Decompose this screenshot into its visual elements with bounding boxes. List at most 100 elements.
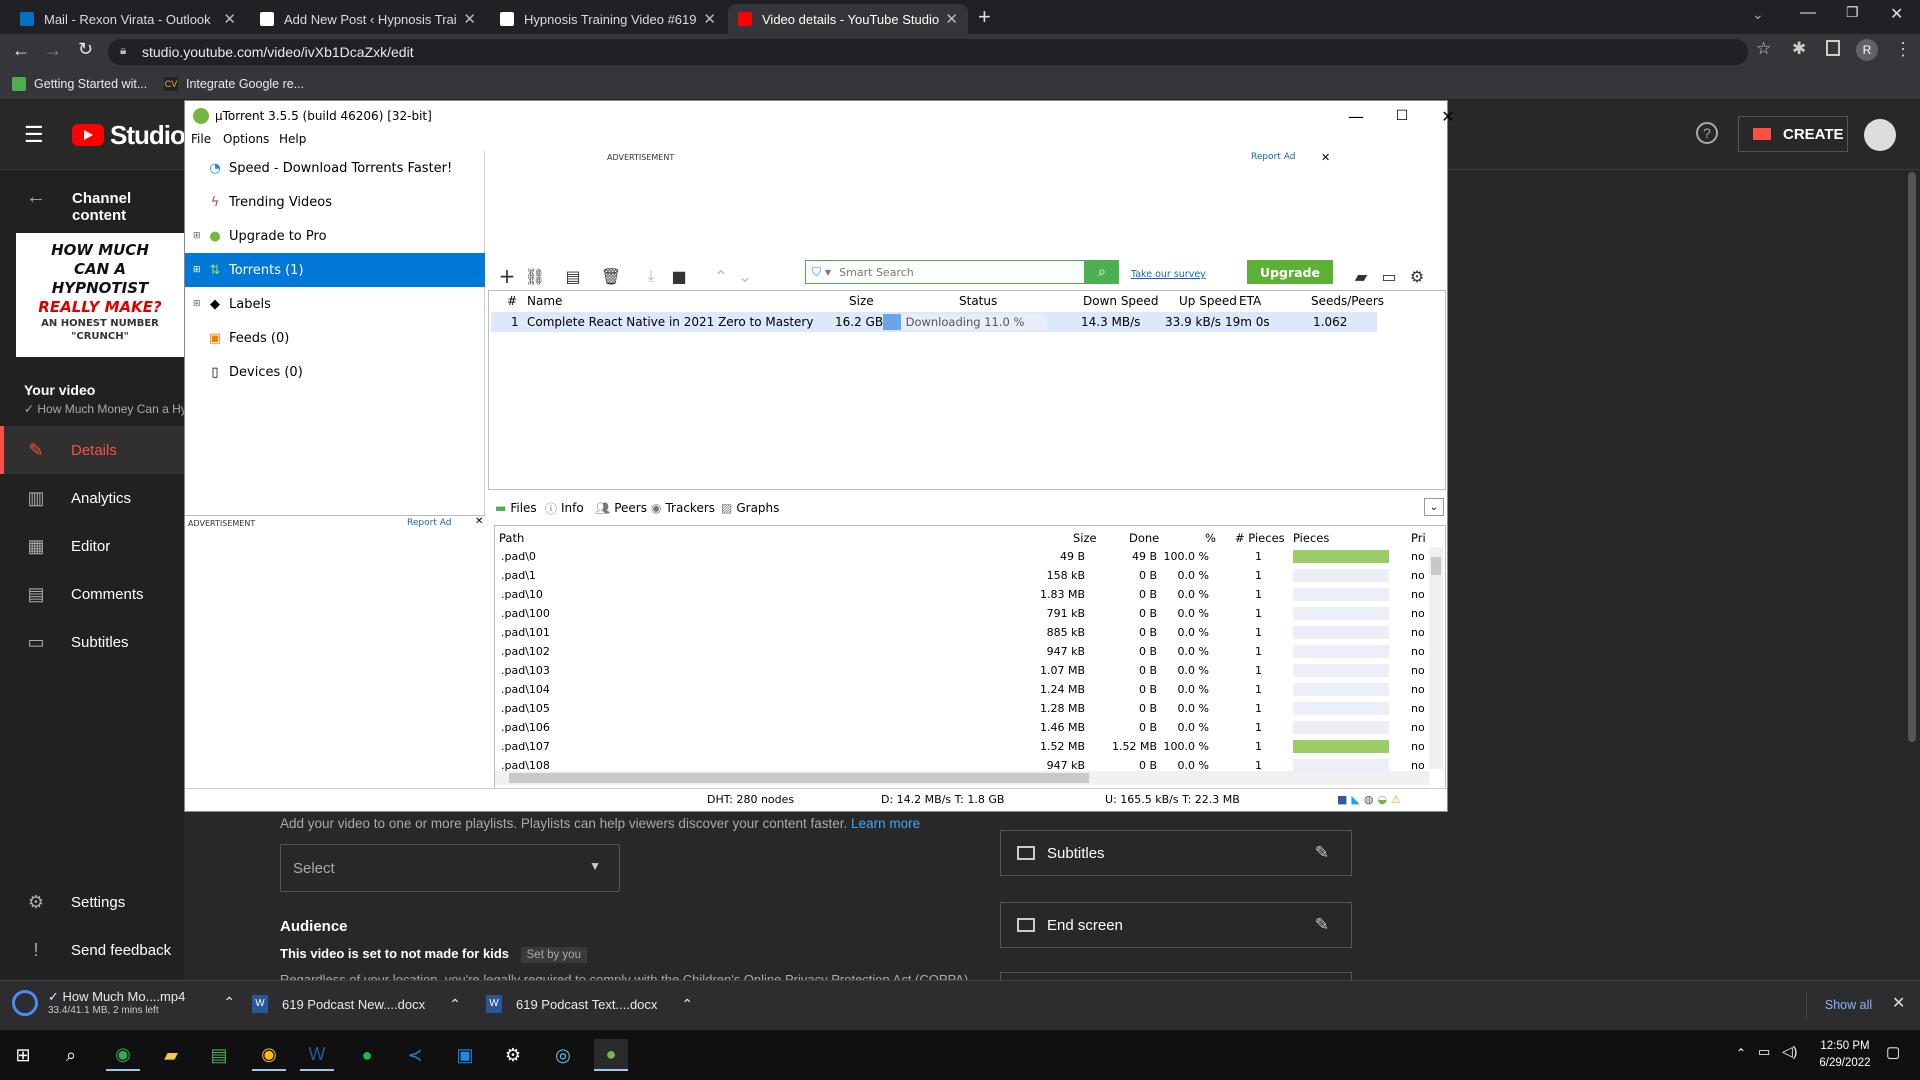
spotify-icon[interactable]: ● [350,1039,384,1071]
sidebar-item-comments[interactable]: ▤ Comments [0,570,184,618]
report-ad-link[interactable]: Report Ad [407,518,451,528]
tree-item-speed[interactable]: ◔ Speed - Download Torrents Faster! [185,151,485,185]
files-vscrollbar[interactable] [1429,547,1443,769]
word-icon[interactable]: W [300,1039,334,1071]
chevron-down-icon[interactable]: ▼ [825,268,831,277]
close-downloads-icon[interactable]: ✕ [1892,993,1905,1013]
collapse-panel-icon[interactable]: ⌄ [1424,498,1444,516]
col-header-pieces[interactable]: Pieces [1293,529,1329,547]
tree-item-upgrade[interactable]: ⊞ ● Upgrade to Pro [185,219,485,253]
chevron-up-icon[interactable]: ⌃ [681,996,693,1013]
file-row[interactable]: .pad\10 1.83 MB 0 B 0.0 % 1 no [441,585,1425,604]
show-all-button[interactable]: Show all [1806,992,1890,1018]
download-item[interactable]: ✓ How Much Mo....mp4 33.4/41.1 MB, 2 min… [12,989,235,1016]
restore-button[interactable]: ❐ [1846,4,1859,21]
sidepanel-icon[interactable] [1826,40,1840,56]
learn-more-link[interactable]: Learn more [851,816,920,831]
file-row[interactable]: .pad\106 1.46 MB 0 B 0.0 % 1 no [441,718,1425,737]
minimize-button[interactable]: — [1800,4,1816,22]
chevron-up-icon[interactable]: ⌃ [223,994,235,1011]
settings-icon[interactable]: ⚙ [496,1039,530,1071]
profile-avatar[interactable]: R [1856,39,1878,61]
sidebar-item-subtitles[interactable]: ▭ Subtitles [0,618,184,666]
menu-icon[interactable]: ⋮ [1894,39,1912,60]
utorrent-taskbar-icon[interactable]: ● [594,1039,628,1071]
scroll-thumb[interactable] [1431,557,1441,575]
close-window-button[interactable]: ✕ [1425,101,1471,131]
globe-icon[interactable]: ◍ [1364,793,1374,806]
tab-trackers[interactable]: ◉ Trackers [651,497,715,519]
file-row[interactable]: .pad\105 1.28 MB 0 B 0.0 % 1 no [441,699,1425,718]
help-icon[interactable]: ? [1696,122,1718,144]
create-torrent-icon[interactable]: ▤ [561,264,585,288]
android-icon[interactable]: ◒ [1377,793,1387,806]
col-header-pct[interactable]: % [1205,529,1216,547]
menu-help[interactable]: Help [279,132,306,146]
maximize-button[interactable]: ☐ [1379,101,1425,131]
col-header-down-speed[interactable]: Down Speed [1083,291,1158,311]
file-row[interactable]: .pad\107 1.52 MB 1.52 MB 100.0 % 1 no [441,737,1425,756]
video-title[interactable]: ✓ How Much Money Can a Hy [24,402,187,416]
add-link-icon[interactable]: ⛓ [523,264,547,288]
search-button[interactable]: ⌕ [1085,260,1119,284]
col-header-done[interactable]: Done [1129,529,1159,547]
channel-avatar[interactable] [1864,119,1896,151]
tab-outlook[interactable]: Mail - Rexon Virata - Outlook ✕ [10,4,246,34]
tree-item-devices[interactable]: ▯ Devices (0) [185,355,485,389]
col-header-seeds-peers[interactable]: Seeds/Peers [1311,291,1384,311]
tab-peers[interactable]: 👥︎ Peers [595,497,647,519]
forward-icon[interactable]: → [44,40,62,61]
download-icon[interactable]: ⤓ [639,264,663,288]
tab-search-icon[interactable]: ⌄ [1752,6,1764,23]
close-ad-icon[interactable]: ✕ [475,516,483,527]
subtitles-card[interactable]: Subtitles ✎ [1000,830,1352,876]
windows-start-icon[interactable]: ⊞ [6,1039,40,1071]
col-header-priority[interactable]: Pri [1411,529,1426,547]
star-icon[interactable]: ☆ [1756,39,1771,59]
youtube-logo-icon[interactable] [72,124,104,146]
tree-item-torrents[interactable]: ⊞ ⇅ Torrents (1) [185,253,485,287]
delete-icon[interactable]: 🗑︎ [599,264,623,288]
up-arrow-icon[interactable]: ⌃ [709,264,733,288]
clock[interactable]: 12:50 PM 6/29/2022 [1804,1038,1886,1072]
sidebar-item-feedback[interactable]: ! Send feedback [0,926,184,974]
col-header-size[interactable]: Size [849,291,874,311]
back-icon[interactable]: ← [12,40,30,61]
menu-file[interactable]: File [191,132,211,146]
gear-icon[interactable]: ⚙ [1405,264,1429,288]
notepad-icon[interactable]: ▤ [202,1039,236,1071]
search-icon[interactable]: ⌕ [54,1039,88,1071]
tab-add-post[interactable]: Add New Post ‹ Hypnosis Trainin ✕ [250,4,486,34]
close-ad-icon[interactable]: ✕ [1321,151,1330,164]
vscode-icon[interactable]: ≺ [398,1039,432,1071]
col-header-size[interactable]: Size [1073,529,1097,547]
end-screen-card[interactable]: End screen ✎ [1000,902,1352,948]
tab-files[interactable]: ▬ Files [495,497,537,519]
bookmark-getting-started[interactable]: Getting Started wit... [12,77,147,91]
tree-item-feeds[interactable]: ▣ Feeds (0) [185,321,485,355]
col-header-status[interactable]: Status [959,291,997,311]
edit-pencil-icon[interactable]: ✎ [1315,843,1329,863]
upgrade-button[interactable]: Upgrade [1247,260,1333,284]
back-arrow-icon[interactable]: ← [26,186,46,209]
stop-icon[interactable]: ■ [667,264,691,288]
tray-chevron-icon[interactable]: ⌃ [1736,1046,1746,1060]
tab-hypnosis-video[interactable]: Hypnosis Training Video #619 - ✕ [490,4,726,34]
expand-icon[interactable]: ⊞ [193,265,203,275]
create-button[interactable]: CREATE [1738,116,1848,152]
add-torrent-icon[interactable]: + [495,264,519,288]
file-row[interactable]: .pad\108 947 kB 0 B 0.0 % 1 no [441,756,1425,775]
reload-icon[interactable]: ↻ [78,39,93,60]
volume-icon[interactable]: ◁) [1782,1043,1797,1060]
page-scrollbar[interactable] [1908,172,1916,742]
close-icon[interactable]: ✕ [463,10,476,28]
col-header-pieces-count[interactable]: # Pieces [1235,529,1285,547]
expand-icon[interactable]: ⊞ [193,299,203,309]
download-item[interactable]: W 619 Podcast Text....docx ⌃ [486,995,693,1013]
new-tab-button[interactable]: + [978,4,991,30]
twitter-icon[interactable]: ◣ [1351,793,1359,806]
file-row[interactable]: .pad\102 947 kB 0 B 0.0 % 1 no [441,642,1425,661]
tree-item-trending[interactable]: ϟ Trending Videos [185,185,485,219]
network-icon[interactable]: ▭ [1758,1044,1770,1060]
facebook-icon[interactable]: ■ [1337,793,1347,806]
